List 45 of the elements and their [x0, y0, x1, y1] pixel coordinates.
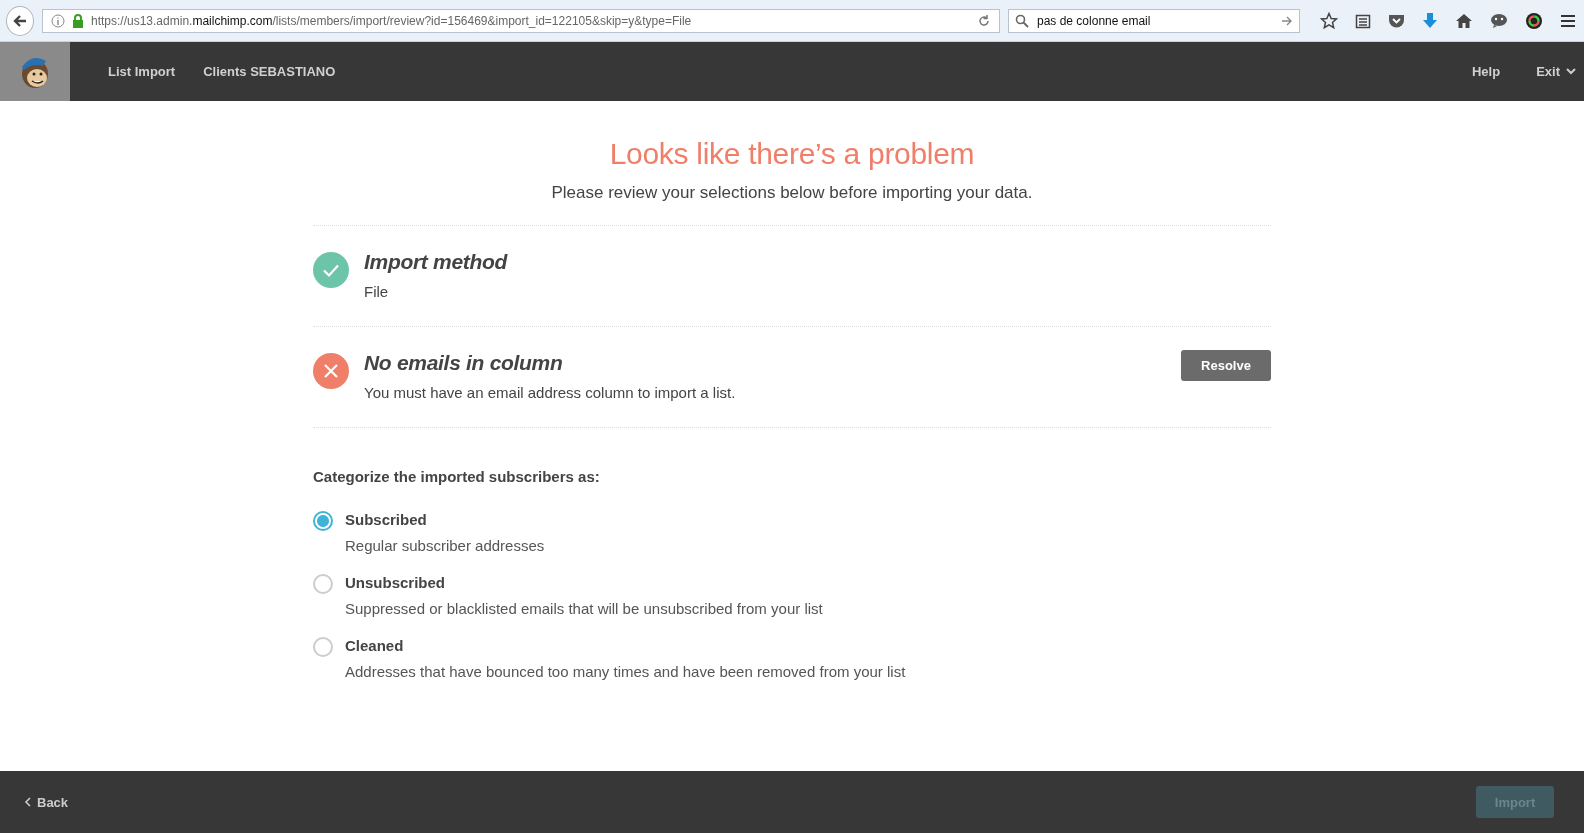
option-label: Subscribed — [345, 511, 428, 528]
menu-icon[interactable] — [1560, 13, 1576, 28]
star-icon[interactable] — [1320, 11, 1338, 30]
option-description: Addresses that have bounced too many times and have been removed from your list — [345, 663, 906, 680]
home-icon[interactable] — [1455, 12, 1473, 29]
info-icon — [51, 13, 65, 28]
colour-wheel-icon[interactable] — [1525, 11, 1543, 30]
lock-icon — [72, 13, 84, 28]
search-icon — [1015, 13, 1029, 28]
back-link[interactable]: Back — [24, 794, 69, 810]
download-icon[interactable] — [1422, 12, 1438, 29]
page-title: Looks like there’s a problem — [608, 137, 976, 171]
item-detail: File — [364, 283, 390, 300]
item-heading: Import method — [364, 250, 509, 274]
item-detail: You must have an email address column to import a list. — [364, 384, 737, 401]
address-bar[interactable]: https://us13.admin.mailchimp.com/lists/members/import/review?id=156469&import_id=122105&skip=y&type=File — [42, 8, 1000, 33]
option-label: Cleaned — [345, 637, 405, 654]
chat-icon[interactable] — [1490, 12, 1508, 29]
radio-button[interactable] — [313, 574, 333, 594]
chevron-left-icon — [24, 797, 31, 807]
page-subtitle: Please review your selections below before importing your data. — [550, 183, 1034, 203]
search-text: pas de colonne email — [1037, 13, 1152, 28]
option-description: Regular subscriber addresses — [345, 537, 545, 554]
resolve-button[interactable]: Resolve — [1181, 350, 1271, 381]
clipboard-icon[interactable] — [1355, 12, 1371, 29]
arrow-right-icon[interactable] — [1281, 14, 1293, 27]
categorize-label: Categorize the imported subscribers as: — [313, 468, 601, 485]
pocket-icon[interactable] — [1388, 12, 1405, 29]
chevron-down-icon — [1566, 68, 1576, 75]
nav-link[interactable]: Clients SEBASTIANO — [203, 64, 336, 79]
logo-tile[interactable] — [0, 42, 70, 101]
back-icon[interactable] — [6, 5, 34, 36]
option-label: Unsubscribed — [345, 574, 447, 591]
radio-button[interactable] — [313, 511, 333, 531]
search-field[interactable]: pas de colonne email — [1008, 8, 1300, 33]
url-text: https://us13.admin.mailchimp.com/lists/members/import/review?id=156469&import_id=122105&skip=y&type=File — [91, 13, 693, 28]
error-circle-icon — [313, 353, 349, 389]
check-circle-icon — [313, 252, 349, 288]
item-heading: No emails in column — [364, 351, 564, 375]
radio-button[interactable] — [313, 637, 333, 657]
help-link[interactable]: Help — [1472, 64, 1501, 79]
exit-menu[interactable]: Exit — [1536, 64, 1576, 79]
option-description: Suppressed or blacklisted emails that will be unsubscribed from your list — [345, 600, 823, 617]
reload-icon[interactable] — [977, 13, 991, 28]
nav-link[interactable]: List Import — [108, 64, 176, 79]
